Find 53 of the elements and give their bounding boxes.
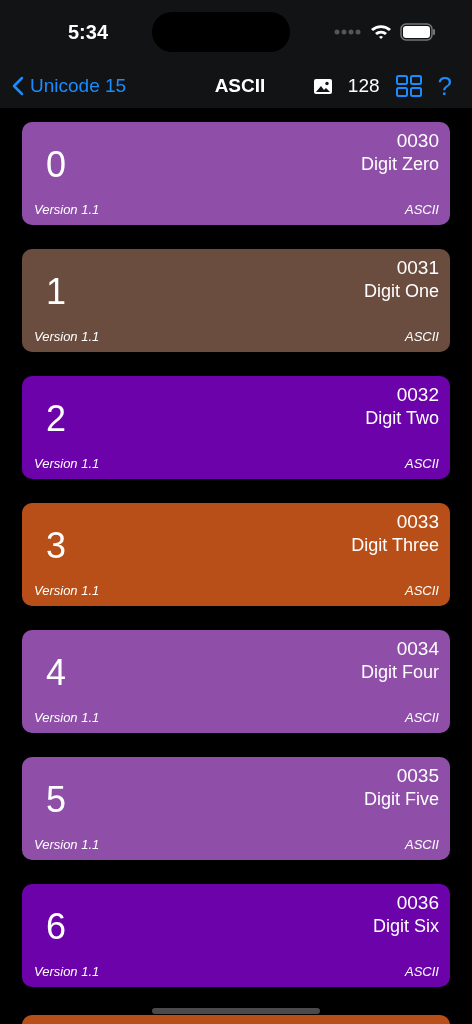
version-label: Version 1.1: [34, 583, 100, 598]
version-label: Version 1.1: [34, 202, 100, 217]
code-point: 0030: [396, 130, 439, 152]
block-label: ASCII: [405, 583, 439, 598]
character-name: Digit Two: [365, 408, 439, 429]
character-count: 128: [347, 75, 380, 97]
block-label: ASCII: [405, 837, 439, 852]
character-glyph: 3: [46, 525, 67, 567]
character-card[interactable]: 5 0035 Digit Five Version 1.1 ASCII: [22, 757, 450, 860]
block-label: ASCII: [405, 202, 439, 217]
block-label: ASCII: [405, 329, 439, 344]
character-name: Digit Three: [351, 535, 439, 556]
status-time: 5:34: [68, 20, 109, 44]
version-label: Version 1.1: [34, 456, 100, 471]
character-card[interactable]: 6 0036 Digit Six Version 1.1 ASCII: [22, 884, 450, 987]
character-name: Digit Zero: [360, 154, 439, 175]
chevron-left-icon: [12, 76, 24, 96]
battery-icon: [400, 23, 436, 41]
version-label: Version 1.1: [34, 837, 100, 852]
nav-title: ASCII: [213, 75, 266, 97]
character-glyph: 4: [46, 652, 67, 694]
character-name: Digit Five: [364, 789, 439, 810]
code-point: 0031: [396, 257, 439, 279]
block-label: ASCII: [405, 964, 439, 979]
character-card[interactable]: 3 0033 Digit Three Version 1.1 ASCII: [22, 503, 450, 606]
block-label: ASCII: [405, 456, 439, 471]
character-card[interactable]: 1 0031 Digit One Version 1.1 ASCII: [22, 249, 450, 352]
code-point: 0032: [396, 384, 439, 406]
grid-icon[interactable]: [395, 75, 422, 97]
wifi-icon: [370, 24, 392, 40]
character-card[interactable]: 2 0032 Digit Two Version 1.1 ASCII: [22, 376, 450, 479]
character-glyph: 6: [46, 906, 67, 948]
version-label: Version 1.1: [34, 710, 100, 725]
character-glyph: 2: [46, 398, 67, 440]
code-point: 0036: [396, 892, 439, 914]
character-glyph: 5: [46, 779, 67, 821]
signal-icon: [334, 29, 362, 35]
block-label: ASCII: [405, 710, 439, 725]
character-name: Digit Six: [373, 916, 439, 937]
character-name: Digit Four: [360, 662, 439, 683]
code-point: 0033: [396, 511, 439, 533]
help-button[interactable]: ?: [437, 70, 452, 102]
character-card[interactable]: 0 0030 Digit Zero Version 1.1 ASCII: [22, 122, 450, 225]
character-glyph: 1: [46, 271, 67, 313]
code-point: 0034: [396, 638, 439, 660]
character-card[interactable]: 4 0034 Digit Four Version 1.1 ASCII: [22, 630, 450, 733]
image-icon: [313, 78, 332, 94]
character-glyph: 0: [46, 144, 67, 186]
character-name: Digit One: [363, 281, 439, 302]
code-point: 0035: [396, 765, 439, 787]
back-button[interactable]: Unicode 15: [12, 75, 127, 97]
version-label: Version 1.1: [34, 329, 100, 344]
version-label: Version 1.1: [34, 964, 100, 979]
